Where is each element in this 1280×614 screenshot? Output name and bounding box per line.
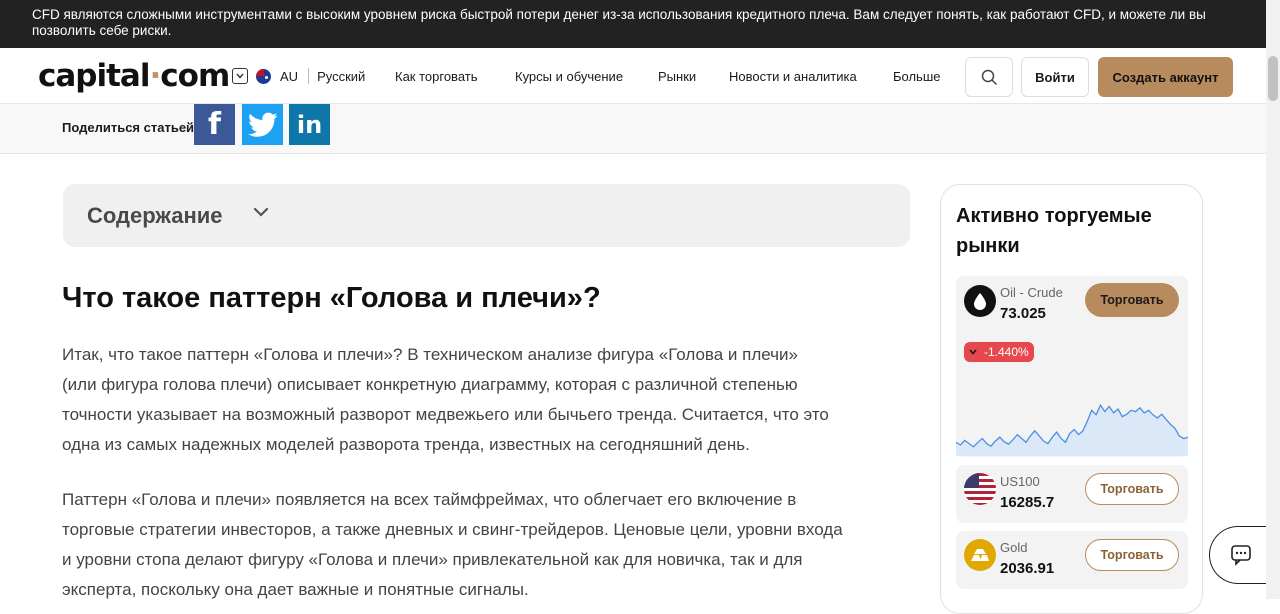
oil-drop-icon xyxy=(964,285,996,317)
page-scrollbar[interactable] xyxy=(1266,0,1280,599)
oil-price-sparkline xyxy=(956,403,1188,456)
region-language-selector[interactable]: AU Русский xyxy=(232,68,365,84)
trending-markets-widget: Активно торгуемые рынки Oil - Crude 73.0… xyxy=(940,184,1203,614)
trade-button-us100[interactable]: Торговать xyxy=(1085,473,1179,505)
language-label: Русский xyxy=(317,68,366,84)
market-card-oil[interactable]: Oil - Crude 73.025 Торговать -1.440% xyxy=(956,276,1188,457)
share-bar: Поделиться статьей f in xyxy=(0,104,1266,154)
capital-com-logo[interactable]: capital·com xyxy=(38,58,230,94)
nav-more[interactable]: Больше xyxy=(893,69,941,84)
logo-dot: · xyxy=(149,58,161,94)
paragraph-line: эксперта, поскольку она дает важные и по… xyxy=(62,580,529,599)
paragraph-line: Итак, что такое паттерн «Голова и плечи»… xyxy=(62,345,798,364)
twitter-share-button[interactable] xyxy=(242,104,283,145)
market-name: US100 xyxy=(1000,474,1040,489)
create-account-button[interactable]: Создать аккаунт xyxy=(1098,57,1233,97)
logo-main-text: capital xyxy=(38,58,150,94)
change-value: -1.440% xyxy=(984,345,1029,359)
linkedin-share-button[interactable]: in xyxy=(289,104,330,145)
scrollbar-thumb[interactable] xyxy=(1268,56,1278,101)
paragraph-line: и уровни стопа делают фигуру «Голова и п… xyxy=(62,550,803,569)
paragraph-line: точности указывает на возможный разворот… xyxy=(62,405,829,424)
region-code: AU xyxy=(280,68,299,84)
change-badge: -1.440% xyxy=(964,342,1034,362)
market-price: 2036.91 xyxy=(1000,560,1055,577)
risk-warning-banner: CFD являются сложными инструментами с вы… xyxy=(0,0,1266,48)
nav-courses[interactable]: Курсы и обучение xyxy=(515,69,623,84)
search-icon xyxy=(981,69,997,85)
table-of-contents[interactable]: Содержание xyxy=(63,184,910,247)
paragraph-line: (или фигура голова плечи) описывает конк… xyxy=(62,375,798,394)
trade-button-oil[interactable]: Торговать xyxy=(1085,283,1179,317)
article-paragraph: Паттерн «Голова и плечи» появляется на в… xyxy=(62,485,912,605)
paragraph-line: Паттерн «Голова и плечи» появляется на в… xyxy=(62,490,797,509)
australia-flag-icon xyxy=(256,68,271,84)
login-button[interactable]: Войти xyxy=(1021,57,1089,97)
twitter-icon xyxy=(247,112,277,137)
market-price: 73.025 xyxy=(1000,305,1046,322)
divider xyxy=(308,68,310,84)
paragraph-line: одна из самых надежных моделей разворота… xyxy=(62,435,750,454)
facebook-share-button[interactable]: f xyxy=(194,104,235,145)
paragraph-line: торговые стратегии инвесторов, а также д… xyxy=(62,520,843,539)
risk-warning-text: CFD являются сложными инструментами с вы… xyxy=(32,7,1206,38)
chevron-down-icon[interactable] xyxy=(232,68,248,84)
gold-bars-icon xyxy=(964,539,996,571)
market-card-gold[interactable]: Gold 2036.91 Торговать xyxy=(956,531,1188,589)
article-title: Что такое паттерн «Голова и плечи»? xyxy=(62,282,601,314)
toc-title: Содержание xyxy=(87,203,223,228)
market-card-us100[interactable]: US100 16285.7 Торговать xyxy=(956,465,1188,523)
chevron-down-icon xyxy=(969,349,977,355)
share-label: Поделиться статьей xyxy=(62,120,195,135)
chevron-down-icon xyxy=(253,207,269,217)
market-price: 16285.7 xyxy=(1000,494,1055,511)
article-paragraph: Итак, что такое паттерн «Голова и плечи»… xyxy=(62,340,912,460)
market-name: Oil - Crude xyxy=(1000,285,1063,300)
search-button[interactable] xyxy=(965,57,1013,97)
us-flag-icon xyxy=(964,473,996,505)
trade-button-gold[interactable]: Торговать xyxy=(1085,539,1179,571)
market-name: Gold xyxy=(1000,540,1028,555)
nav-markets[interactable]: Рынки xyxy=(658,69,696,84)
chat-icon xyxy=(1231,545,1251,566)
nav-news-analytics[interactable]: Новости и аналитика xyxy=(729,69,857,84)
site-header: capital·com AU Русский Как торговать Кур… xyxy=(0,48,1266,104)
logo-tld-text: com xyxy=(160,58,230,94)
nav-how-to-trade[interactable]: Как торговать xyxy=(395,69,478,84)
widget-title: Активно торгуемые рынки xyxy=(956,205,1152,257)
chat-button[interactable] xyxy=(1209,526,1266,584)
